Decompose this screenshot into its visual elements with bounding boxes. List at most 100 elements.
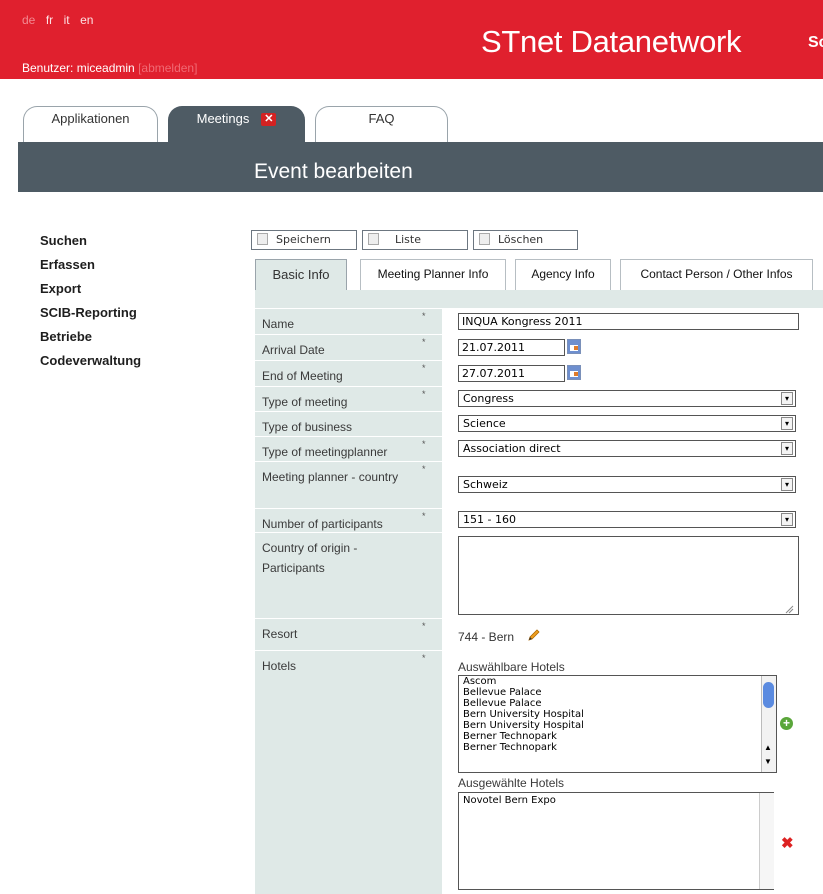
lang-it-link[interactable]: it [64, 13, 70, 27]
user-info: Benutzer: miceadmin [abmelden] [22, 61, 197, 75]
form-header-strip [255, 290, 823, 308]
field-label: Country of origin - Participants [262, 541, 358, 575]
sidebar-item-erfassen[interactable]: Erfassen [40, 257, 95, 272]
sidebar-item-suchen[interactable]: Suchen [40, 233, 87, 248]
type-of-business-select[interactable]: Science ▾ [458, 415, 796, 432]
trash-icon [479, 233, 490, 245]
sidebar-item-export[interactable]: Export [40, 281, 81, 296]
chevron-down-icon: ▾ [781, 478, 793, 491]
row-resort: Resort * [255, 618, 442, 650]
chevron-down-icon: ▾ [781, 417, 793, 430]
form-tab-contact-person[interactable]: Contact Person / Other Infos [620, 259, 813, 290]
type-of-meeting-select[interactable]: Congress ▾ [458, 390, 796, 407]
close-icon[interactable]: ✕ [261, 113, 277, 127]
required-marker: * [422, 363, 426, 373]
list-button[interactable]: Liste [362, 230, 468, 250]
pencil-icon[interactable] [527, 628, 541, 647]
field-label: Arrival Date [262, 343, 325, 357]
save-button[interactable]: Speichern [251, 230, 357, 250]
row-name: Name * [255, 308, 442, 334]
form-tab-basic-info[interactable]: Basic Info [255, 259, 347, 290]
selected-hotels-list[interactable]: Novotel Bern Expo [458, 792, 774, 890]
required-marker: * [422, 389, 426, 399]
language-switcher: de fr it en [22, 11, 99, 29]
selected-hotels-label: Ausgewählte Hotels [458, 776, 565, 790]
resort-value: 744 - Bern [458, 630, 515, 644]
list-label: Liste [395, 233, 421, 246]
logout-link[interactable]: [abmelden] [138, 61, 197, 75]
select-value: 151 - 160 [463, 513, 516, 526]
origin-textarea[interactable] [458, 536, 799, 615]
available-hotels-list[interactable]: Ascom Bellevue Palace Bellevue Palace Be… [458, 675, 777, 773]
sidebar-item-betriebe[interactable]: Betriebe [40, 329, 92, 344]
field-label: Resort [262, 627, 298, 641]
list-item[interactable]: Berner Technopark [459, 742, 776, 753]
form-tab-agency-info[interactable]: Agency Info [515, 259, 611, 290]
chevron-down-icon: ▾ [781, 442, 793, 455]
arrival-date-input[interactable]: 21.07.2011 [458, 339, 565, 356]
save-icon [257, 233, 268, 245]
sidebar-item-codeverwaltung[interactable]: Codeverwaltung [40, 353, 141, 368]
row-hotels: Hotels * [255, 650, 442, 894]
lang-de-link[interactable]: de [22, 13, 35, 27]
available-hotels-label: Auswählbare Hotels [458, 660, 565, 674]
brand-title: STnet Datanetwork [481, 24, 742, 59]
row-end: End of Meeting * [255, 360, 442, 386]
remove-hotel-icon[interactable]: ✖ [781, 836, 794, 851]
calendar-icon[interactable] [567, 365, 581, 380]
end-date-input[interactable]: 27.07.2011 [458, 365, 565, 382]
brand-title-cut: Sc [808, 34, 823, 51]
required-marker: * [422, 511, 426, 521]
resize-grip-icon[interactable] [784, 601, 794, 614]
list-item[interactable]: Bellevue Palace [459, 687, 776, 698]
list-item[interactable]: Ascom [459, 676, 776, 687]
required-marker: * [422, 653, 426, 663]
required-marker: * [422, 337, 426, 347]
field-label: Type of meeting [262, 395, 348, 409]
field-label: End of Meeting [262, 369, 343, 383]
lang-fr-link[interactable]: fr [46, 13, 53, 27]
row-type-business: Type of business [255, 411, 442, 436]
field-label: Number of participants [262, 517, 383, 531]
tab-meetings[interactable]: Meetings ✕ [168, 106, 305, 143]
lang-en-link[interactable]: en [80, 13, 93, 27]
field-label: Type of meetingplanner [262, 445, 388, 459]
page-title: Event bearbeiten [254, 160, 413, 183]
list-item[interactable]: Berner Technopark [459, 731, 776, 742]
calendar-icon[interactable] [567, 339, 581, 354]
planner-country-select[interactable]: Schweiz ▾ [458, 476, 796, 493]
field-label: Name [262, 317, 295, 331]
tab-label: Meetings [196, 111, 250, 126]
list-item[interactable]: Bern University Hospital [459, 709, 776, 720]
name-input[interactable]: INQUA Kongress 2011 [458, 313, 799, 330]
row-origin: Country of origin - Participants [255, 532, 442, 618]
select-value: Schweiz [463, 478, 508, 491]
required-marker: * [422, 621, 426, 631]
select-value: Science [463, 417, 506, 430]
tab-faq[interactable]: FAQ [315, 106, 448, 143]
tab-applikationen[interactable]: Applikationen [23, 106, 158, 143]
scrollbar[interactable]: ▲ ▼ [761, 676, 776, 772]
scrollbar[interactable] [759, 793, 774, 889]
delete-button[interactable]: Löschen [473, 230, 578, 250]
chevron-down-icon: ▾ [781, 513, 793, 526]
type-of-meetingplanner-select[interactable]: Association direct ▾ [458, 440, 796, 457]
list-item[interactable]: Bern University Hospital [459, 720, 776, 731]
field-label: Hotels [262, 659, 297, 673]
save-label: Speichern [276, 233, 331, 246]
list-item[interactable]: Bellevue Palace [459, 698, 776, 709]
chevron-down-icon: ▾ [781, 392, 793, 405]
scrollbar-thumb[interactable] [763, 682, 774, 708]
row-arrival: Arrival Date * [255, 334, 442, 360]
arrow-up-icon[interactable]: ▲ [764, 744, 772, 752]
sidebar-item-scib-reporting[interactable]: SCIB-Reporting [40, 305, 137, 320]
row-type-meeting: Type of meeting * [255, 386, 442, 411]
select-value: Association direct [463, 442, 561, 455]
add-hotel-icon[interactable]: + [780, 717, 793, 730]
delete-label: Löschen [498, 233, 544, 246]
form-tab-meeting-planner-info[interactable]: Meeting Planner Info [360, 259, 506, 290]
arrow-down-icon[interactable]: ▼ [764, 758, 772, 766]
list-item[interactable]: Novotel Bern Expo [459, 793, 773, 806]
row-participants: Number of participants * [255, 508, 442, 532]
participants-select[interactable]: 151 - 160 ▾ [458, 511, 796, 528]
